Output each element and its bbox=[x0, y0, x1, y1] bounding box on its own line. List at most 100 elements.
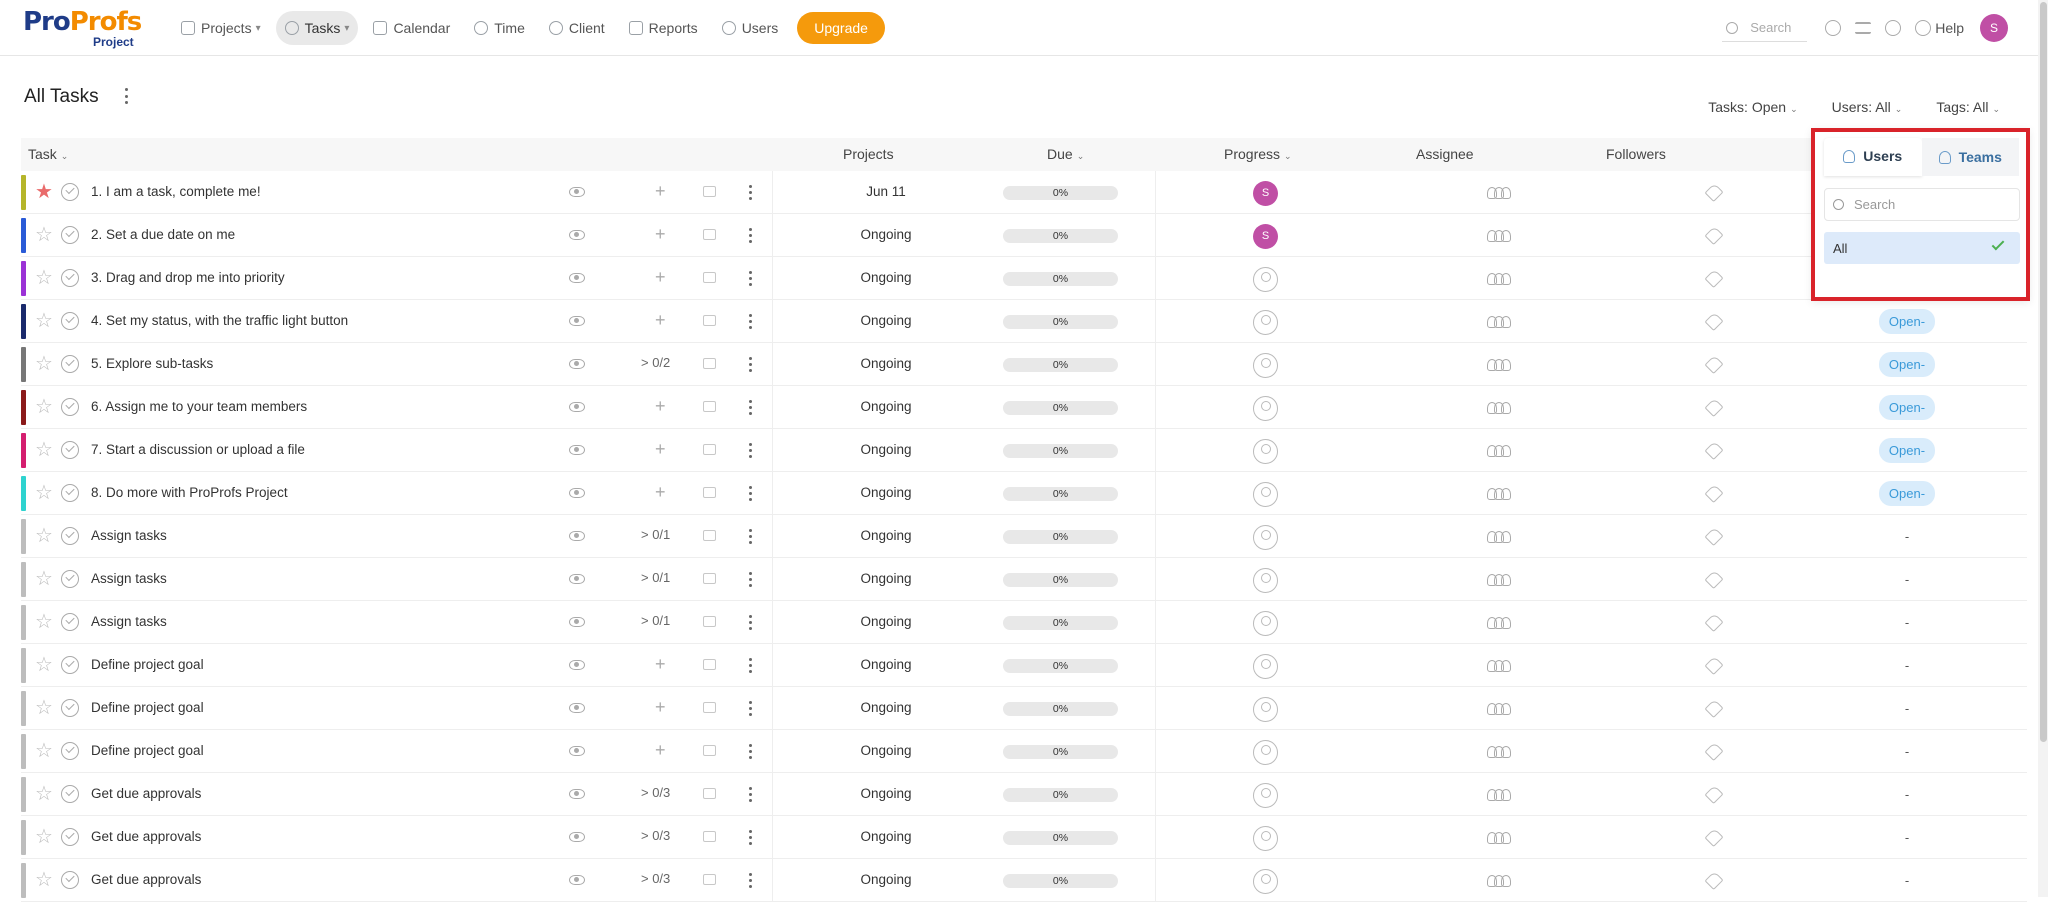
more-options-icon[interactable] bbox=[749, 658, 752, 673]
user-avatar[interactable]: S bbox=[1980, 14, 2008, 42]
complete-task-icon[interactable] bbox=[61, 269, 79, 287]
status-badge[interactable]: Open- bbox=[1879, 352, 1935, 377]
assignee-placeholder-icon[interactable] bbox=[1253, 482, 1278, 507]
nav-time[interactable]: Time bbox=[465, 11, 534, 45]
nav-users[interactable]: Users bbox=[713, 11, 788, 45]
table-row[interactable]: ☆ 7. Start a discussion or upload a file… bbox=[21, 429, 2027, 472]
followers-icon[interactable] bbox=[1487, 359, 1511, 371]
tag-icon[interactable] bbox=[1704, 526, 1724, 547]
star-icon[interactable]: ☆ bbox=[35, 569, 53, 589]
comment-icon[interactable] bbox=[703, 745, 716, 756]
complete-task-icon[interactable] bbox=[61, 570, 79, 588]
eye-icon[interactable] bbox=[569, 789, 585, 799]
due-date[interactable]: Ongoing bbox=[831, 657, 941, 672]
table-row[interactable]: ☆ Get due approvals > 0/3 Ongoing 0% - bbox=[21, 773, 2027, 816]
comment-icon[interactable] bbox=[703, 831, 716, 842]
task-name[interactable]: Define project goal bbox=[91, 700, 204, 715]
table-row[interactable]: ☆ 2. Set a due date on me + Ongoing 0% S bbox=[21, 214, 2027, 257]
tag-icon[interactable] bbox=[1704, 354, 1724, 375]
tag-icon[interactable] bbox=[1704, 655, 1724, 676]
add-subtask-icon[interactable]: + bbox=[655, 224, 666, 245]
assignee-placeholder-icon[interactable] bbox=[1253, 396, 1278, 421]
star-icon[interactable]: ☆ bbox=[35, 870, 53, 890]
table-row[interactable]: ☆ Define project goal + Ongoing 0% - bbox=[21, 644, 2027, 687]
more-options-icon[interactable] bbox=[749, 400, 752, 415]
table-row[interactable]: ☆ Assign tasks > 0/1 Ongoing 0% - bbox=[21, 601, 2027, 644]
complete-task-icon[interactable] bbox=[61, 183, 79, 201]
more-options-icon[interactable] bbox=[749, 357, 752, 372]
task-name[interactable]: 3. Drag and drop me into priority bbox=[91, 270, 285, 285]
dropdown-option-all[interactable]: All bbox=[1824, 232, 2020, 264]
due-date[interactable]: Ongoing bbox=[831, 270, 941, 285]
task-name[interactable]: 7. Start a discussion or upload a file bbox=[91, 442, 305, 457]
followers-icon[interactable] bbox=[1487, 875, 1511, 887]
tag-icon[interactable] bbox=[1704, 870, 1724, 891]
task-name[interactable]: Assign tasks bbox=[91, 528, 167, 543]
nav-calendar[interactable]: Calendar bbox=[364, 11, 459, 45]
nav-tasks[interactable]: Tasks ▾ bbox=[275, 11, 359, 45]
more-options-icon[interactable] bbox=[749, 830, 752, 845]
help-link[interactable]: Help bbox=[1915, 20, 1964, 36]
followers-icon[interactable] bbox=[1487, 316, 1511, 328]
complete-task-icon[interactable] bbox=[61, 484, 79, 502]
comment-icon[interactable] bbox=[703, 788, 716, 799]
subtask-count[interactable]: > 0/2 bbox=[641, 355, 670, 370]
table-row[interactable]: ☆ Get due approvals > 0/3 Ongoing 0% - bbox=[21, 816, 2027, 859]
table-row[interactable]: ☆ 8. Do more with ProProfs Project + Ong… bbox=[21, 472, 2027, 515]
due-date[interactable]: Ongoing bbox=[831, 528, 941, 543]
column-task[interactable]: Task ⌄ bbox=[28, 146, 68, 162]
table-row[interactable]: ☆ Define project goal + Ongoing 0% - bbox=[21, 730, 2027, 773]
assignee-placeholder-icon[interactable] bbox=[1253, 310, 1278, 335]
more-options-icon[interactable] bbox=[749, 701, 752, 716]
scrollbar-thumb[interactable] bbox=[2040, 2, 2047, 742]
tag-icon[interactable] bbox=[1704, 440, 1724, 461]
star-icon[interactable]: ☆ bbox=[35, 784, 53, 804]
eye-icon[interactable] bbox=[569, 402, 585, 412]
due-date[interactable]: Ongoing bbox=[831, 829, 941, 844]
subtask-count[interactable]: > 0/3 bbox=[641, 828, 670, 843]
more-options-icon[interactable] bbox=[749, 615, 752, 630]
tag-icon[interactable] bbox=[1704, 268, 1724, 289]
eye-icon[interactable] bbox=[569, 316, 585, 326]
subtask-count[interactable]: > 0/1 bbox=[641, 613, 670, 628]
more-options-icon[interactable] bbox=[749, 744, 752, 759]
due-date[interactable]: Ongoing bbox=[831, 485, 941, 500]
assignee-avatar[interactable]: S bbox=[1253, 181, 1278, 206]
table-row[interactable]: ☆ Define project goal + Ongoing 0% - bbox=[21, 687, 2027, 730]
more-options-icon[interactable] bbox=[749, 185, 752, 200]
star-icon[interactable]: ☆ bbox=[35, 741, 53, 761]
add-subtask-icon[interactable]: + bbox=[655, 396, 666, 417]
table-row[interactable]: ☆ Get due approvals > 0/3 Ongoing 0% - bbox=[21, 859, 2027, 902]
task-name[interactable]: 8. Do more with ProProfs Project bbox=[91, 485, 288, 500]
assignee-placeholder-icon[interactable] bbox=[1253, 353, 1278, 378]
star-icon[interactable]: ☆ bbox=[35, 354, 53, 374]
table-row[interactable]: ☆ 3. Drag and drop me into priority + On… bbox=[21, 257, 2027, 300]
billing-icon[interactable] bbox=[1825, 20, 1842, 36]
task-name[interactable]: 2. Set a due date on me bbox=[91, 227, 235, 242]
due-date[interactable]: Ongoing bbox=[831, 571, 941, 586]
complete-task-icon[interactable] bbox=[61, 527, 79, 545]
followers-icon[interactable] bbox=[1487, 617, 1511, 629]
eye-icon[interactable] bbox=[569, 746, 585, 756]
comment-icon[interactable] bbox=[703, 702, 716, 713]
nav-projects[interactable]: Projects ▾ bbox=[172, 11, 270, 45]
tag-icon[interactable] bbox=[1704, 483, 1724, 504]
due-date[interactable]: Ongoing bbox=[831, 614, 941, 629]
eye-icon[interactable] bbox=[569, 187, 585, 197]
task-name[interactable]: Get due approvals bbox=[91, 872, 201, 887]
assignee-placeholder-icon[interactable] bbox=[1253, 783, 1278, 808]
page-menu-icon[interactable] bbox=[125, 88, 129, 104]
assignee-placeholder-icon[interactable] bbox=[1253, 611, 1278, 636]
due-date[interactable]: Ongoing bbox=[831, 700, 941, 715]
complete-task-icon[interactable] bbox=[61, 355, 79, 373]
complete-task-icon[interactable] bbox=[61, 785, 79, 803]
users-filter[interactable]: Users: All ⌄ bbox=[1832, 99, 1903, 115]
add-subtask-icon[interactable]: + bbox=[655, 310, 666, 331]
star-icon[interactable]: ☆ bbox=[35, 268, 53, 288]
due-date[interactable]: Ongoing bbox=[831, 313, 941, 328]
assignee-placeholder-icon[interactable] bbox=[1253, 740, 1278, 765]
tag-icon[interactable] bbox=[1704, 225, 1724, 246]
table-row[interactable]: ☆ 5. Explore sub-tasks > 0/2 Ongoing 0% … bbox=[21, 343, 2027, 386]
nav-client[interactable]: Client bbox=[540, 11, 614, 45]
eye-icon[interactable] bbox=[569, 574, 585, 584]
